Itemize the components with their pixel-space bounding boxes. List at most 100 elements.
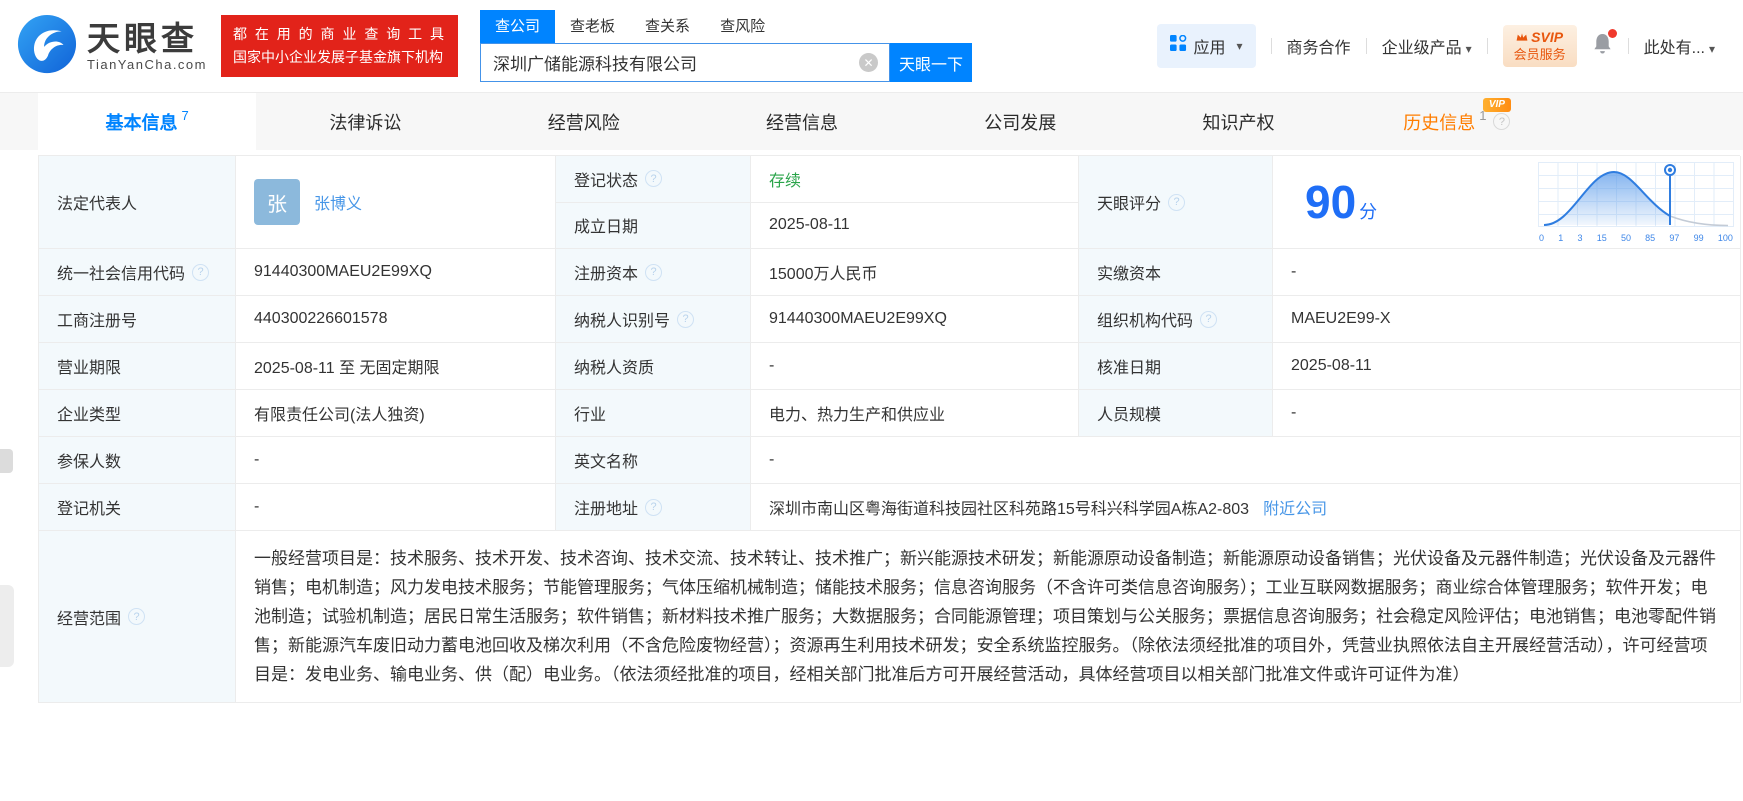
value-business-term: 2025-08-11 至 无固定期限 [236,343,556,390]
divider [1270,38,1272,54]
svip-member-button[interactable]: SVIP 会员服务 [1502,25,1577,67]
clear-search-icon[interactable] [859,53,879,72]
value-paid-capital: - [1273,249,1741,296]
value-company-type: 有限责任公司(法人独资) [236,390,556,437]
label-legal-rep: 法定代表人 [39,156,236,249]
logo-swirl-icon [16,13,78,80]
tab-intellectual-property[interactable]: 知识产权 [1129,93,1347,150]
label-reg-address: 注册地址 [556,484,751,531]
legal-rep-cell: 张 张博义 [236,156,556,249]
nearby-companies-link[interactable]: 附近公司 [1263,495,1327,519]
help-icon[interactable] [192,263,210,281]
search-tab-boss[interactable]: 查老板 [555,10,630,43]
logo-domain: TianYanCha.com [87,56,207,72]
tab-business-info[interactable]: 经营信息 [693,93,911,150]
value-business-scope: 一般经营项目是：技术服务、技术开发、技术咨询、技术交流、技术转让、技术推广；新兴… [236,531,1741,703]
value-reg-capital: 15000万人民币 [751,249,1079,296]
divider [1627,38,1629,54]
tianyancha-logo[interactable]: 天眼查 TianYanCha.com [16,13,207,80]
label-taxpayer-id: 纳税人识别号 [556,296,751,343]
vip-service-label: 会员服务 [1513,47,1566,62]
label-english-name: 英文名称 [556,437,751,484]
help-icon[interactable] [645,498,663,516]
notification-bell-button[interactable] [1592,29,1617,60]
label-industry: 行业 [556,390,751,437]
label-business-term: 营业期限 [39,343,236,390]
legal-rep-avatar[interactable]: 张 [254,179,300,225]
value-reg-status: 存续 [751,156,1079,203]
label-approval-date: 核准日期 [1079,343,1273,390]
notification-dot [1607,29,1617,38]
help-icon[interactable] [128,608,146,625]
section-tabbar: 基本信息 7 法律诉讼 经营风险 经营信息 公司发展 知识产权 VIP 历史信息 1 [0,92,1743,150]
value-establish-date: 2025-08-11 [751,202,1079,249]
tab-count: 1 [1479,108,1487,123]
header: 天眼查 TianYanCha.com 都 在 用 的 商 业 查 询 工 具 国… [0,0,1743,92]
label-tyc-score: 天眼评分 [1079,156,1273,249]
help-icon[interactable] [645,170,663,188]
value-reg-authority: - [236,484,556,531]
label-credit-code: 统一社会信用代码 [39,249,236,296]
nav-user-menu[interactable]: 此处有... [1644,34,1715,58]
score-unit: 分 [1359,202,1378,222]
slogan-line2: 国家中小企业发展子基金旗下机构 [233,49,443,65]
label-reg-number: 工商注册号 [39,296,236,343]
apps-grid-icon [1169,34,1187,57]
nav-enterprise-products[interactable]: 企业级产品 [1382,34,1472,58]
score-value: 90 [1305,176,1357,228]
svip-label: SVIP [1531,29,1564,45]
slogan-line1: 都 在 用 的 商 业 查 询 工 具 [233,26,447,42]
search-box [480,43,891,82]
help-icon[interactable] [645,263,663,281]
value-industry: 电力、热力生产和供应业 [751,390,1079,437]
label-org-code: 组织机构代码 [1079,296,1273,343]
value-org-code: MAEU2E99-X [1273,296,1741,343]
label-reg-status: 登记状态 [556,156,751,203]
brand-slogan-badge: 都 在 用 的 商 业 查 询 工 具 国家中小企业发展子基金旗下机构 [221,15,459,77]
value-approval-date: 2025-08-11 [1273,343,1741,390]
score-axis-labels: 01 3 15 50 85 97 99 100 [1539,232,1733,243]
search-button[interactable]: 天眼一下 [890,43,973,82]
label-staff-size: 人员规模 [1079,390,1273,437]
tab-history-info[interactable]: VIP 历史信息 1 [1348,93,1566,150]
label-paid-capital: 实缴资本 [1079,249,1273,296]
tab-operating-risk[interactable]: 经营风险 [475,93,693,150]
basic-info-table: 法定代表人 张 张博义 登记状态 成立日期 存续 2025-08-11 天眼评分… [38,155,1741,703]
nav-business-cooperation[interactable]: 商务合作 [1287,34,1351,58]
search-tab-risk[interactable]: 查风险 [705,10,780,43]
value-taxpayer-quality: - [751,343,1079,390]
value-staff-size: - [1273,390,1741,437]
tab-basic-info[interactable]: 基本信息 7 [38,93,257,150]
label-reg-capital: 注册资本 [556,249,751,296]
label-taxpayer-quality: 纳税人资质 [556,343,751,390]
label-reg-authority: 登记机关 [39,484,236,531]
label-insured-count: 参保人数 [39,437,236,484]
tab-company-development[interactable]: 公司发展 [911,93,1129,150]
side-toolbar[interactable] [0,585,14,667]
tab-legal-litigation[interactable]: 法律诉讼 [256,93,474,150]
divider [1486,38,1488,54]
crown-icon [1516,29,1528,46]
label-company-type: 企业类型 [39,390,236,437]
side-widget-handle[interactable] [0,449,13,473]
value-english-name: - [751,437,1741,484]
search-tab-relation[interactable]: 查关系 [630,10,705,43]
vip-tag: VIP [1482,98,1511,112]
search-area: 查公司 查老板 查关系 查风险 天眼一下 [480,10,974,82]
search-tabs: 查公司 查老板 查关系 查风险 [480,10,974,43]
search-input[interactable] [481,44,890,81]
label-business-scope: 经营范围 [39,531,236,703]
help-icon[interactable] [1200,310,1218,328]
search-tab-company[interactable]: 查公司 [480,10,556,43]
help-icon[interactable] [1168,193,1186,211]
help-icon[interactable] [677,310,695,328]
value-insured-count: - [236,437,556,484]
help-icon[interactable] [1493,113,1511,130]
value-credit-code: 91440300MAEU2E99XQ [236,249,556,296]
apps-menu-button[interactable]: 应用 [1156,24,1256,68]
value-taxpayer-id: 91440300MAEU2E99XQ [751,296,1079,343]
value-reg-address: 深圳市南山区粤海街道科技园社区科苑路15号科兴科学园A栋A2-803 附近公司 [751,484,1741,531]
legal-rep-link[interactable]: 张博义 [314,190,362,214]
tyc-score-cell: 90 分 0 1 3 15 50 85 97 99 100 [1273,156,1741,249]
label-establish-date: 成立日期 [556,202,751,249]
